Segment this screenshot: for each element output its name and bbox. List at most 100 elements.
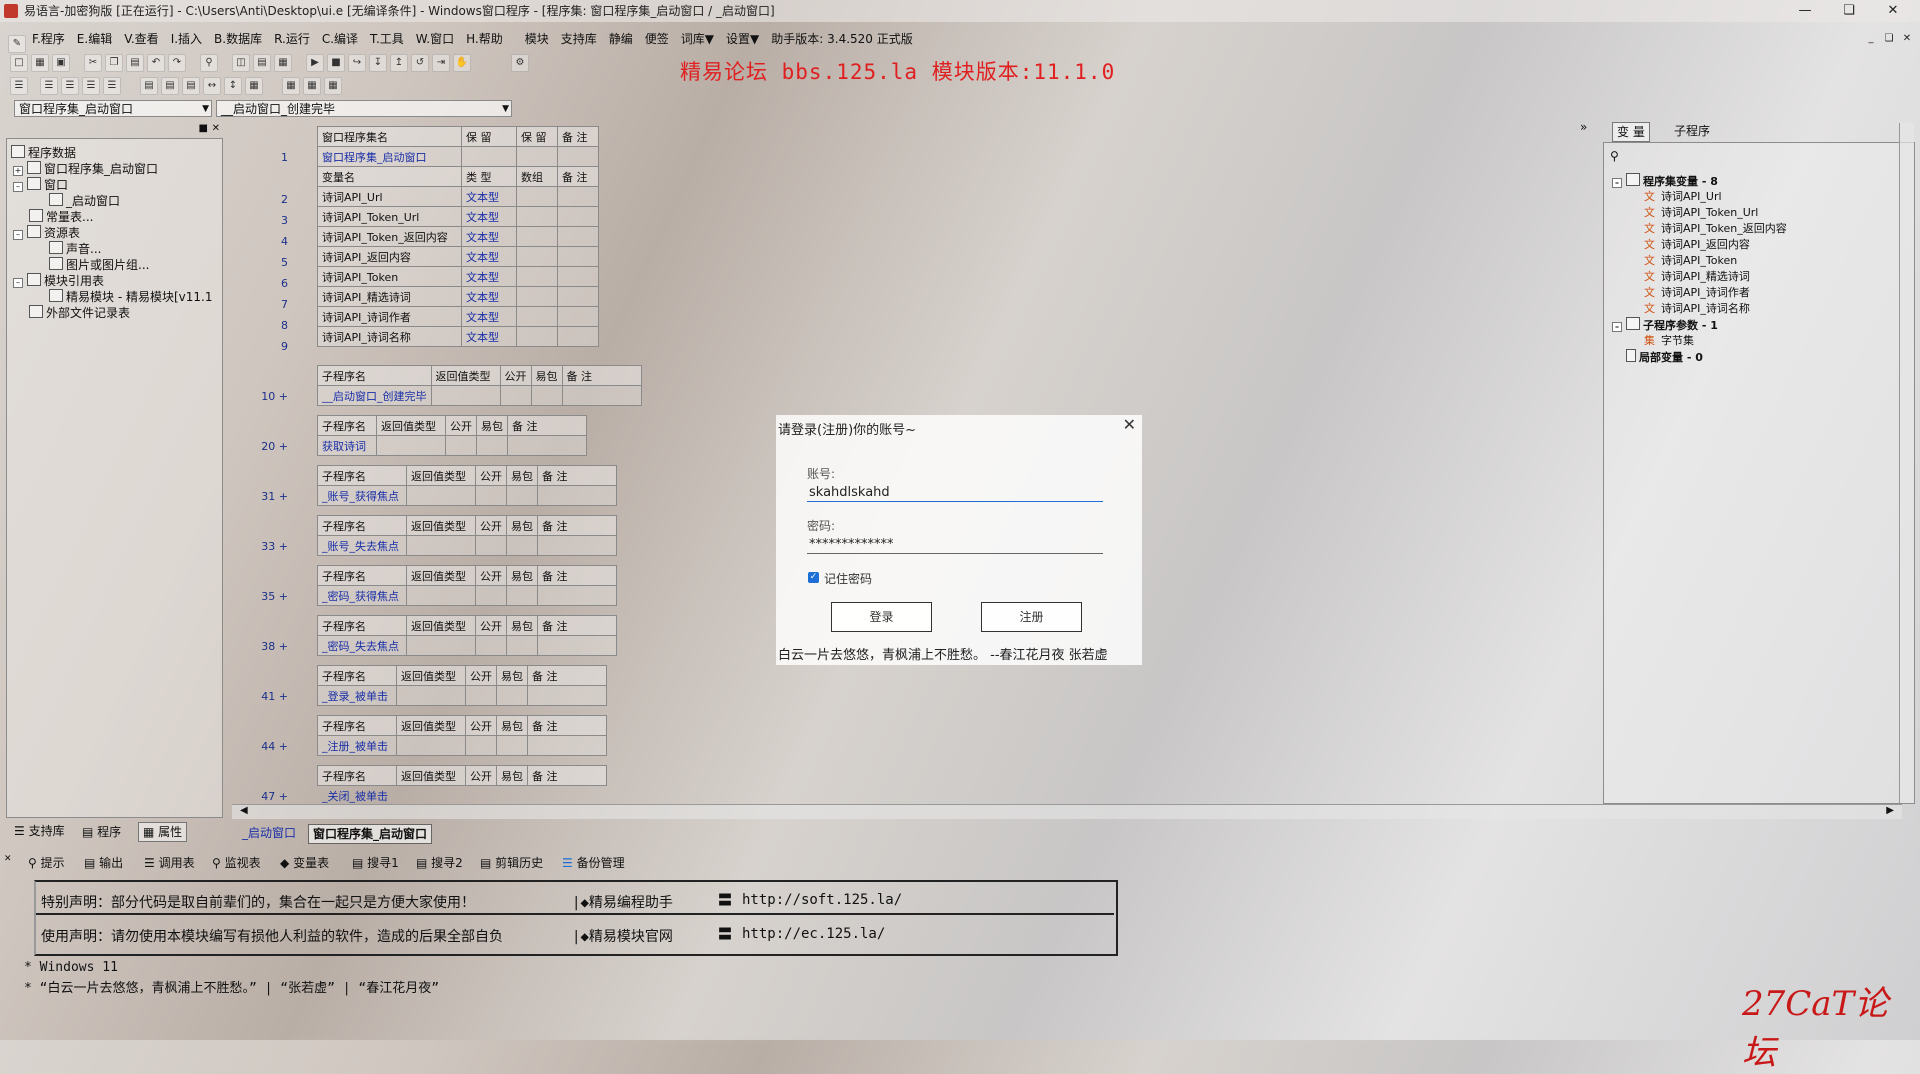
same-height-icon[interactable]: ▤ bbox=[161, 77, 179, 95]
variable-panel-scrollbar[interactable] bbox=[1899, 123, 1914, 803]
var-item[interactable]: 文诗词API_诗词作者 bbox=[1644, 285, 1750, 301]
find-icon[interactable]: ⚲ bbox=[200, 54, 218, 72]
stop-icon[interactable]: ■ bbox=[327, 54, 345, 72]
register-button[interactable]: 注册 bbox=[981, 602, 1082, 632]
sub-name[interactable]: _密码_获得焦点 bbox=[317, 585, 407, 606]
pin-icon[interactable]: ■ bbox=[199, 123, 208, 134]
tree-item-program-data[interactable]: 程序数据 bbox=[11, 145, 76, 161]
table-row[interactable]: 诗词API_诗词作者 文本型 bbox=[317, 306, 599, 327]
method-select[interactable]: __启动窗口_创建完毕 ▼ bbox=[216, 100, 512, 117]
sub-name[interactable]: _账号_失去焦点 bbox=[317, 535, 407, 556]
sub-name[interactable]: 获取诗词 bbox=[317, 435, 377, 456]
paste-icon[interactable]: ▤ bbox=[126, 54, 144, 72]
menu-help[interactable]: H.帮助 bbox=[466, 28, 503, 50]
layout3-icon[interactable]: ▦ bbox=[274, 54, 292, 72]
tree-item-modules[interactable]: – 模块引用表 bbox=[13, 273, 104, 289]
align-left-icon[interactable]: ☰ bbox=[10, 77, 28, 95]
sub-name[interactable]: _账号_获得焦点 bbox=[317, 485, 407, 506]
line-number[interactable]: 35 + bbox=[248, 590, 288, 603]
var-item[interactable]: 文诗词API_诗词名称 bbox=[1644, 301, 1750, 317]
param-item[interactable]: 集字节集 bbox=[1644, 333, 1694, 349]
line-number[interactable]: 33 + bbox=[248, 540, 288, 553]
var-item[interactable]: 文诗词API_Token_返回内容 bbox=[1644, 221, 1787, 237]
redo-icon[interactable]: ↷ bbox=[168, 54, 186, 72]
table-row[interactable]: 诗词API_Token 文本型 bbox=[317, 266, 599, 287]
tree-item-constants[interactable]: 常量表... bbox=[29, 209, 93, 225]
tree-item-class[interactable]: + 窗口程序集_启动窗口 bbox=[13, 161, 158, 177]
menu-insert[interactable]: I.插入 bbox=[171, 28, 202, 50]
tree-item-windows[interactable]: – 窗口 bbox=[13, 177, 68, 193]
spacing-v-icon[interactable]: ↕ bbox=[224, 77, 242, 95]
account-input[interactable] bbox=[807, 483, 1103, 502]
step-into-icon[interactable]: ↧ bbox=[369, 54, 387, 72]
var-item[interactable]: 文诗词API_精选诗词 bbox=[1644, 269, 1750, 285]
copy-icon[interactable]: ❐ bbox=[105, 54, 123, 72]
tree-item-jingyi-module[interactable]: 精易模块 - 精易模块[v11.1 bbox=[49, 289, 217, 305]
var-item[interactable]: 文诗词API_Url bbox=[1644, 189, 1722, 205]
scroll-left-icon[interactable]: ◀ bbox=[240, 805, 248, 816]
module-url[interactable]: http://ec.125.la/ bbox=[742, 926, 885, 942]
menu-settings[interactable]: 设置▼ bbox=[726, 28, 759, 50]
minimize-button[interactable]: — bbox=[1782, 0, 1828, 22]
layout2-icon[interactable]: ▤ bbox=[253, 54, 271, 72]
sub-name[interactable]: _注册_被单击 bbox=[317, 735, 397, 756]
cut-icon[interactable]: ✂ bbox=[84, 54, 102, 72]
center-v-icon[interactable]: ▦ bbox=[282, 77, 300, 95]
hand-icon[interactable]: ✋ bbox=[453, 54, 471, 72]
var-item[interactable]: 文诗词API_返回内容 bbox=[1644, 237, 1750, 253]
var-item[interactable]: 文诗词API_Token_Url bbox=[1644, 205, 1758, 221]
collapse-panel-icon[interactable]: » bbox=[1580, 120, 1587, 134]
step-out-icon[interactable]: ↥ bbox=[390, 54, 408, 72]
tree-item-images[interactable]: 图片或图片组... bbox=[49, 257, 149, 273]
collapse-icon[interactable]: – bbox=[13, 278, 23, 288]
remember-checkbox[interactable]: ✓ bbox=[808, 572, 819, 583]
collapse-icon[interactable]: – bbox=[1612, 322, 1622, 332]
menu-window[interactable]: W.窗口 bbox=[416, 28, 454, 50]
helper-url[interactable]: http://soft.125.la/ bbox=[742, 892, 902, 908]
tab-output[interactable]: ▤ 输出 bbox=[80, 854, 127, 872]
tab-backup[interactable]: ☰ 备份管理 bbox=[558, 854, 629, 872]
step-over-icon[interactable]: ↺ bbox=[411, 54, 429, 72]
align-right-icon[interactable]: ☰ bbox=[61, 77, 79, 95]
new-file-icon[interactable]: □ bbox=[10, 54, 28, 72]
menu-support-lib[interactable]: 支持库 bbox=[561, 28, 597, 50]
menu-database[interactable]: B.数据库 bbox=[214, 28, 262, 50]
editor-hscrollbar[interactable]: ◀ ▶ bbox=[232, 804, 1902, 819]
line-number[interactable]: 38 + bbox=[248, 640, 288, 653]
run-to-cursor-icon[interactable]: ⇥ bbox=[432, 54, 450, 72]
open-folder-icon[interactable]: ▦ bbox=[31, 54, 49, 72]
tab-call-stack[interactable]: ☰ 调用表 bbox=[140, 854, 199, 872]
line-number[interactable]: 20 + bbox=[248, 440, 288, 453]
plugin-icon[interactable]: ⚙ bbox=[511, 54, 529, 72]
line-number[interactable]: 47 + bbox=[248, 790, 288, 803]
line-number[interactable]: 44 + bbox=[248, 740, 288, 753]
tab-var-table[interactable]: ◆ 变量表 bbox=[276, 854, 333, 872]
sub-name[interactable]: _密码_失去焦点 bbox=[317, 635, 407, 656]
editor-tab-class[interactable]: 窗口程序集_启动窗口 bbox=[308, 824, 433, 844]
tab-search1[interactable]: ▤ 搜寻1 bbox=[348, 854, 403, 872]
search-icon[interactable]: ⚲ bbox=[1610, 149, 1619, 163]
menu-view[interactable]: V.查看 bbox=[124, 28, 158, 50]
grid-icon[interactable]: ▦ bbox=[324, 77, 342, 95]
tree-item-resources[interactable]: – 资源表 bbox=[13, 225, 80, 241]
menu-lexicon[interactable]: 词库▼ bbox=[681, 28, 714, 50]
tab-support-lib[interactable]: ☰ 支持库 bbox=[10, 822, 69, 840]
tab-hints[interactable]: ⚲ 提示 bbox=[24, 854, 69, 872]
menu-compile[interactable]: C.编译 bbox=[322, 28, 358, 50]
table-row[interactable]: 诗词API_诗词名称 文本型 bbox=[317, 326, 599, 347]
tab-properties[interactable]: ▦ 属性 bbox=[138, 822, 188, 842]
same-size-icon[interactable]: ▤ bbox=[182, 77, 200, 95]
tab-subprograms[interactable]: 子程序 bbox=[1670, 122, 1714, 140]
close-button[interactable]: ✕ bbox=[1870, 0, 1916, 22]
table-row[interactable]: 诗词API_Url 文本型 bbox=[317, 186, 599, 207]
collapse-icon[interactable]: – bbox=[13, 182, 23, 192]
step-icon[interactable]: ↪ bbox=[348, 54, 366, 72]
center-h-icon[interactable]: ▦ bbox=[245, 77, 263, 95]
spacing-h-icon[interactable]: ↔ bbox=[203, 77, 221, 95]
maximize-button[interactable]: ❏ bbox=[1826, 0, 1872, 22]
output-panel[interactable]: 特别声明：部分代码是取自前辈们的，集合在一起只是方便大家使用！ |◆精易编程助手… bbox=[10, 878, 1910, 1028]
undo-icon[interactable]: ↶ bbox=[147, 54, 165, 72]
menu-program[interactable]: F.程序 bbox=[32, 28, 65, 50]
table-row[interactable]: 诗词API_Token_返回内容 文本型 bbox=[317, 226, 599, 247]
tab-watch[interactable]: ⚲ 监视表 bbox=[208, 854, 265, 872]
